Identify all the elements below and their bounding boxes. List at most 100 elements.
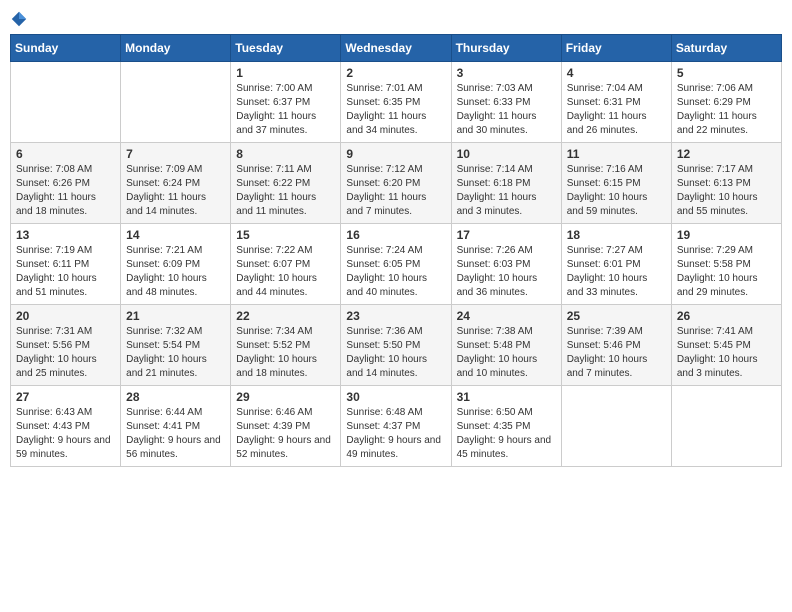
calendar-cell: 26 Sunrise: 7:41 AM Sunset: 5:45 PM Dayli… [671,305,781,386]
day-number: 18 [567,228,666,242]
day-info: Sunrise: 7:22 AM Sunset: 6:07 PM Dayligh… [236,244,335,300]
calendar-cell: 7 Sunrise: 7:09 AM Sunset: 6:24 PM Daylig… [121,143,231,224]
calendar-week-row: 6 Sunrise: 7:08 AM Sunset: 6:26 PM Daylig… [11,143,782,224]
weekday-header-thursday: Thursday [451,35,561,62]
day-info: Sunrise: 7:00 AM Sunset: 6:37 PM Dayligh… [236,82,335,138]
day-number: 23 [346,309,445,323]
day-info: Sunrise: 7:12 AM Sunset: 6:20 PM Dayligh… [346,163,445,219]
calendar-cell: 10 Sunrise: 7:14 AM Sunset: 6:18 PM Dayli… [451,143,561,224]
calendar-cell: 1 Sunrise: 7:00 AM Sunset: 6:37 PM Daylig… [231,62,341,143]
calendar-cell [11,62,121,143]
weekday-header-wednesday: Wednesday [341,35,451,62]
calendar-cell: 11 Sunrise: 7:16 AM Sunset: 6:15 PM Dayli… [561,143,671,224]
day-info: Sunrise: 7:26 AM Sunset: 6:03 PM Dayligh… [457,244,556,300]
calendar-cell: 6 Sunrise: 7:08 AM Sunset: 6:26 PM Daylig… [11,143,121,224]
day-info: Sunrise: 7:31 AM Sunset: 5:56 PM Dayligh… [16,325,115,381]
day-number: 19 [677,228,776,242]
day-number: 3 [457,66,556,80]
day-number: 2 [346,66,445,80]
calendar-cell: 22 Sunrise: 7:34 AM Sunset: 5:52 PM Dayli… [231,305,341,386]
weekday-header-tuesday: Tuesday [231,35,341,62]
calendar-cell: 9 Sunrise: 7:12 AM Sunset: 6:20 PM Daylig… [341,143,451,224]
calendar-cell: 29 Sunrise: 6:46 AM Sunset: 4:39 PM Dayli… [231,386,341,467]
day-number: 25 [567,309,666,323]
day-number: 28 [126,390,225,404]
day-number: 5 [677,66,776,80]
calendar-cell: 30Sunrise: 6:48 AM Sunset: 4:37 PM Dayli… [341,386,451,467]
calendar-cell: 14Sunrise: 7:21 AM Sunset: 6:09 PM Dayli… [121,224,231,305]
day-number: 10 [457,147,556,161]
day-number: 20 [16,309,115,323]
day-info: Sunrise: 6:43 AM Sunset: 4:43 PM Dayligh… [16,406,115,462]
calendar-cell: 23 Sunrise: 7:36 AM Sunset: 5:50 PM Dayli… [341,305,451,386]
day-info: Sunrise: 6:44 AM Sunset: 4:41 PM Dayligh… [126,406,225,462]
day-info: Sunrise: 7:16 AM Sunset: 6:15 PM Dayligh… [567,163,666,219]
day-number: 22 [236,309,335,323]
day-info: Sunrise: 7:32 AM Sunset: 5:54 PM Dayligh… [126,325,225,381]
day-info: Sunrise: 6:46 AM Sunset: 4:39 PM Dayligh… [236,406,335,462]
calendar-week-row: 27 Sunrise: 6:43 AM Sunset: 4:43 PM Dayli… [11,386,782,467]
calendar-cell: 27 Sunrise: 6:43 AM Sunset: 4:43 PM Dayli… [11,386,121,467]
day-number: 11 [567,147,666,161]
day-info: Sunrise: 7:09 AM Sunset: 6:24 PM Dayligh… [126,163,225,219]
calendar-cell: 4 Sunrise: 7:04 AM Sunset: 6:31 PM Daylig… [561,62,671,143]
day-number: 27 [16,390,115,404]
logo [10,10,30,28]
day-info: Sunrise: 6:48 AM Sunset: 4:37 PM Dayligh… [346,406,445,462]
day-info: Sunrise: 7:17 AM Sunset: 6:13 PM Dayligh… [677,163,776,219]
day-number: 16 [346,228,445,242]
day-number: 26 [677,309,776,323]
day-info: Sunrise: 7:04 AM Sunset: 6:31 PM Dayligh… [567,82,666,138]
calendar-cell [561,386,671,467]
day-number: 17 [457,228,556,242]
day-info: Sunrise: 7:24 AM Sunset: 6:05 PM Dayligh… [346,244,445,300]
day-info: Sunrise: 7:06 AM Sunset: 6:29 PM Dayligh… [677,82,776,138]
weekday-header-row: SundayMondayTuesdayWednesdayThursdayFrid… [11,35,782,62]
day-number: 1 [236,66,335,80]
calendar-table: SundayMondayTuesdayWednesdayThursdayFrid… [10,34,782,467]
day-info: Sunrise: 7:38 AM Sunset: 5:48 PM Dayligh… [457,325,556,381]
day-info: Sunrise: 7:36 AM Sunset: 5:50 PM Dayligh… [346,325,445,381]
calendar-cell: 20 Sunrise: 7:31 AM Sunset: 5:56 PM Dayli… [11,305,121,386]
calendar-cell: 19 Sunrise: 7:29 AM Sunset: 5:58 PM Dayli… [671,224,781,305]
day-number: 9 [346,147,445,161]
day-info: Sunrise: 7:11 AM Sunset: 6:22 PM Dayligh… [236,163,335,219]
day-info: Sunrise: 7:03 AM Sunset: 6:33 PM Dayligh… [457,82,556,138]
day-info: Sunrise: 7:34 AM Sunset: 5:52 PM Dayligh… [236,325,335,381]
day-number: 24 [457,309,556,323]
day-number: 12 [677,147,776,161]
day-number: 29 [236,390,335,404]
calendar-cell: 12 Sunrise: 7:17 AM Sunset: 6:13 PM Dayli… [671,143,781,224]
calendar-week-row: 13 Sunrise: 7:19 AM Sunset: 6:11 PM Dayli… [11,224,782,305]
page-header [10,10,782,28]
calendar-cell: 28 Sunrise: 6:44 AM Sunset: 4:41 PM Dayli… [121,386,231,467]
calendar-cell: 31Sunrise: 6:50 AM Sunset: 4:35 PM Dayli… [451,386,561,467]
calendar-cell: 5 Sunrise: 7:06 AM Sunset: 6:29 PM Daylig… [671,62,781,143]
weekday-header-monday: Monday [121,35,231,62]
day-info: Sunrise: 7:27 AM Sunset: 6:01 PM Dayligh… [567,244,666,300]
day-number: 6 [16,147,115,161]
calendar-cell: 25 Sunrise: 7:39 AM Sunset: 5:46 PM Dayli… [561,305,671,386]
weekday-header-sunday: Sunday [11,35,121,62]
calendar-cell: 8Sunrise: 7:11 AM Sunset: 6:22 PM Daylig… [231,143,341,224]
day-number: 7 [126,147,225,161]
calendar-cell: 21Sunrise: 7:32 AM Sunset: 5:54 PM Dayli… [121,305,231,386]
day-number: 4 [567,66,666,80]
calendar-cell: 13 Sunrise: 7:19 AM Sunset: 6:11 PM Dayli… [11,224,121,305]
calendar-cell [121,62,231,143]
day-info: Sunrise: 7:08 AM Sunset: 6:26 PM Dayligh… [16,163,115,219]
calendar-cell: 18 Sunrise: 7:27 AM Sunset: 6:01 PM Dayli… [561,224,671,305]
day-info: Sunrise: 7:19 AM Sunset: 6:11 PM Dayligh… [16,244,115,300]
day-number: 13 [16,228,115,242]
calendar-cell [671,386,781,467]
calendar-week-row: 20 Sunrise: 7:31 AM Sunset: 5:56 PM Dayli… [11,305,782,386]
calendar-cell: 16 Sunrise: 7:24 AM Sunset: 6:05 PM Dayli… [341,224,451,305]
day-number: 14 [126,228,225,242]
day-info: Sunrise: 7:41 AM Sunset: 5:45 PM Dayligh… [677,325,776,381]
day-info: Sunrise: 7:14 AM Sunset: 6:18 PM Dayligh… [457,163,556,219]
day-info: Sunrise: 7:29 AM Sunset: 5:58 PM Dayligh… [677,244,776,300]
day-number: 31 [457,390,556,404]
calendar-cell: 17 Sunrise: 7:26 AM Sunset: 6:03 PM Dayli… [451,224,561,305]
day-info: Sunrise: 7:39 AM Sunset: 5:46 PM Dayligh… [567,325,666,381]
calendar-cell: 3 Sunrise: 7:03 AM Sunset: 6:33 PM Daylig… [451,62,561,143]
